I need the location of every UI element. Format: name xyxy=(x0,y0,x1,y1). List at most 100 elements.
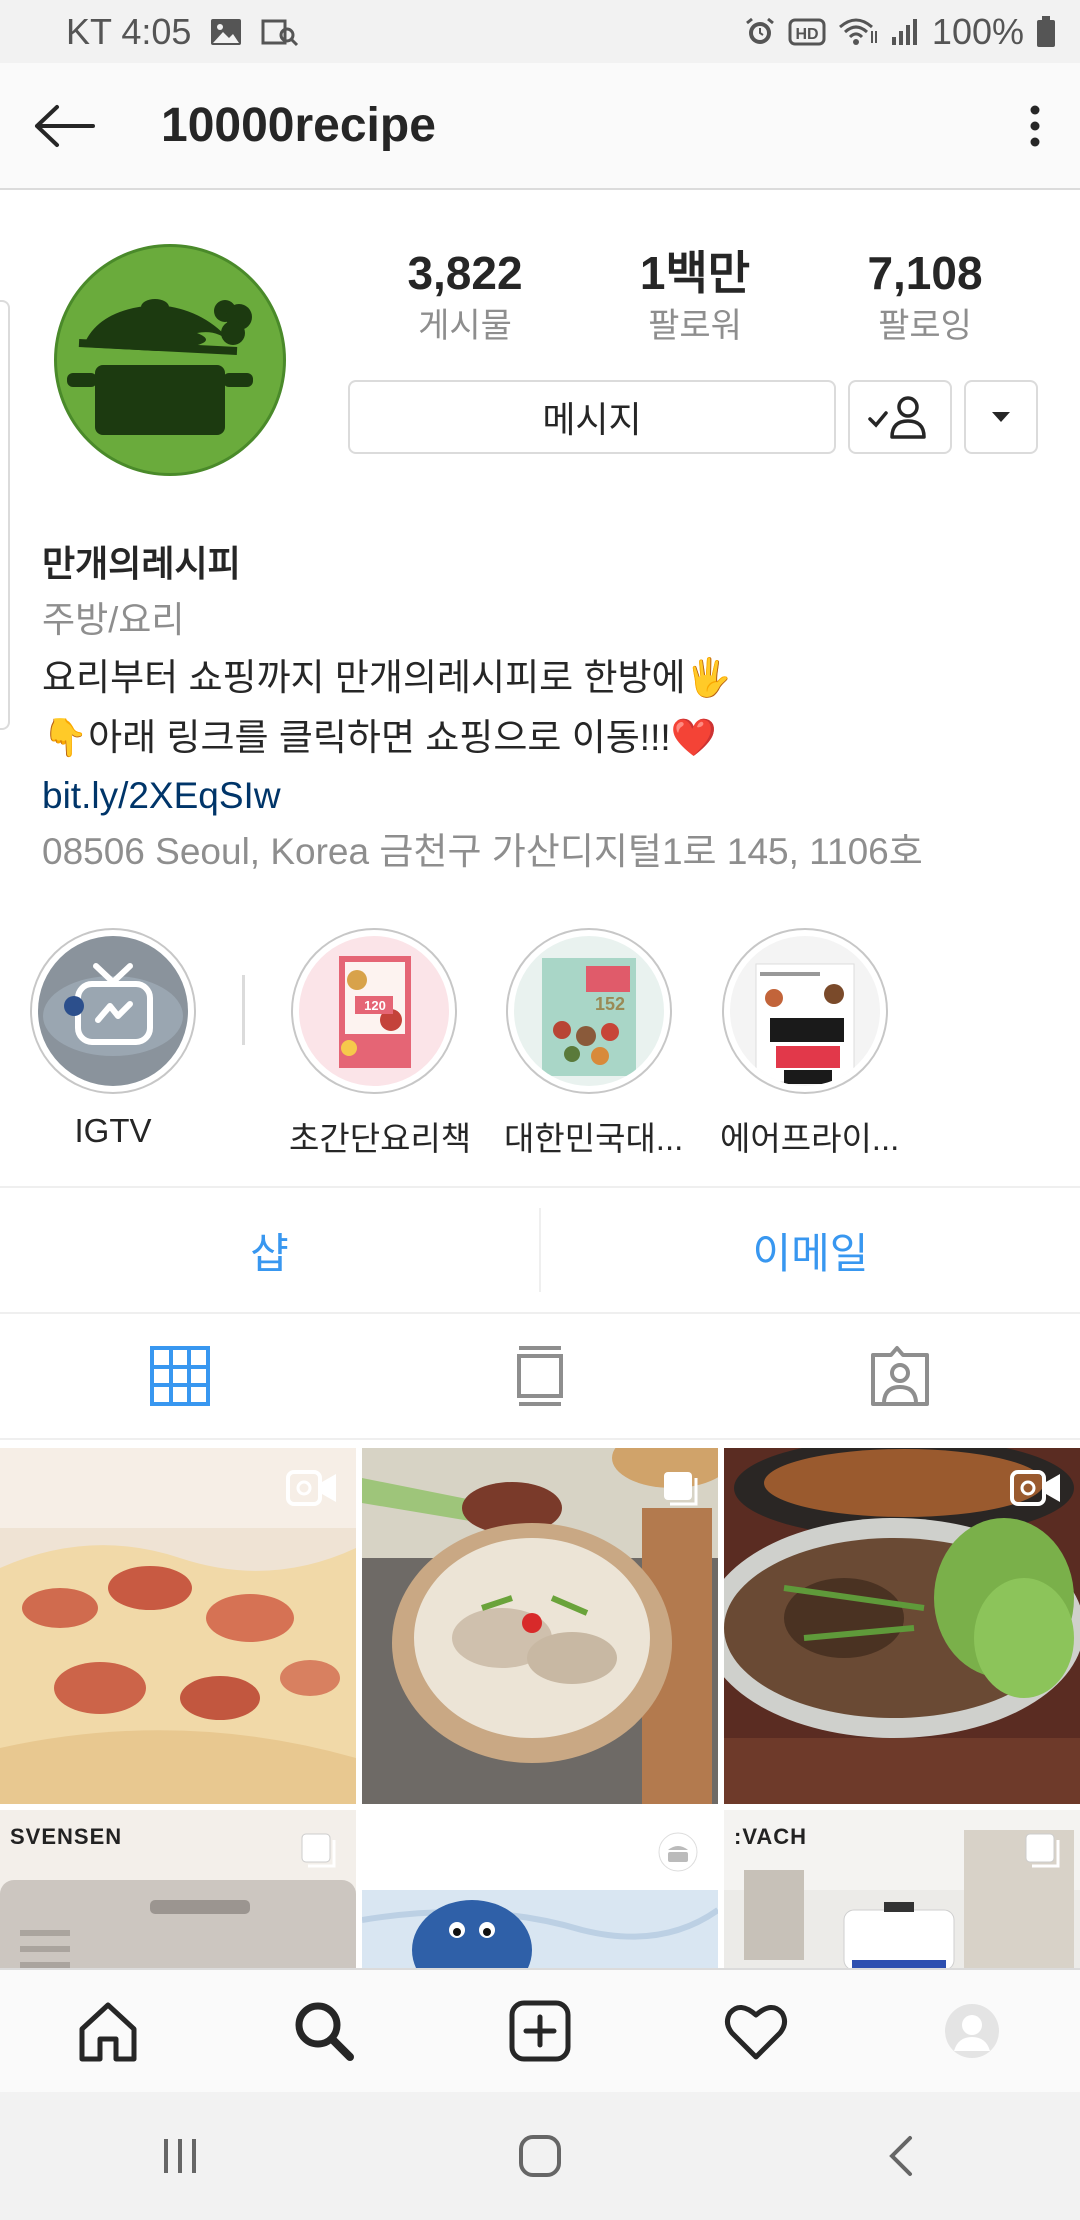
app-header: 10000recipe xyxy=(0,63,1080,190)
tagged-person-icon xyxy=(871,1346,929,1406)
heart-icon xyxy=(724,2005,788,2060)
highlight-label: 에어프라이... xyxy=(720,1120,900,1157)
highlight-ring xyxy=(30,928,196,1094)
stat-following-count: 7,108 xyxy=(867,247,983,299)
igtv-cover xyxy=(38,936,188,1086)
status-bar: KT 4:05 HD 100% xyxy=(0,0,1080,63)
alarm-icon xyxy=(744,16,776,48)
book-cover-image: 120 xyxy=(339,956,411,1068)
following-status-button[interactable] xyxy=(848,380,952,454)
recent-apps-button[interactable] xyxy=(0,2137,360,2175)
profile-view-tabs xyxy=(0,1314,1080,1440)
highlight-airfryer[interactable]: 에어프라이... xyxy=(720,928,900,1160)
more-options-button[interactable] xyxy=(990,62,1080,189)
profile-bio: 만개의레시피 주방/요리 요리부터 쇼핑까지 만개의레시피로 한방에🖐 👇아래 … xyxy=(42,536,1052,880)
signal-icon xyxy=(890,17,920,47)
bio-line-1: 요리부터 쇼핑까지 만개의레시피로 한방에🖐 xyxy=(42,657,732,698)
caret-down-icon xyxy=(992,412,1010,422)
message-button[interactable]: 메시지 xyxy=(348,380,836,454)
korea-book-cover: 152 xyxy=(514,936,664,1086)
stat-following[interactable]: 7,108 팔로잉 xyxy=(810,245,1040,351)
profile-display-name: 만개의레시피 xyxy=(42,543,241,584)
battery-level: 100% xyxy=(931,10,1024,52)
person-check-icon xyxy=(868,396,926,439)
shop-button[interactable]: 샵 xyxy=(0,1188,539,1312)
highlight-cookbook[interactable]: 120 초간단요리책 xyxy=(289,928,472,1160)
add-post-icon xyxy=(509,2000,571,2062)
profile-stats: 3,822 게시물 1백만 팔로워 7,108 팔로잉 xyxy=(350,245,1070,355)
video-badge-icon xyxy=(286,1470,338,1511)
pot-watermark-icon xyxy=(656,1832,700,1877)
nav-activity[interactable] xyxy=(648,1970,864,2092)
book-cover-image xyxy=(755,963,855,1084)
profile-address[interactable]: 08506 Seoul, Korea 금천구 가산디지털1로 145, 1106… xyxy=(42,824,1052,880)
gallery-icon xyxy=(209,17,243,47)
bottom-navigation xyxy=(0,1968,1080,2092)
side-panel-edge xyxy=(0,300,10,730)
profile-avatar-icon xyxy=(945,2004,999,2058)
cookbook-cover: 120 xyxy=(299,936,449,1086)
stat-followers-count: 1백만 xyxy=(639,247,751,299)
tab-feed[interactable] xyxy=(360,1314,720,1438)
message-button-label: 메시지 xyxy=(542,399,642,440)
hd-icon: HD xyxy=(788,17,826,47)
back-arrow-icon xyxy=(35,104,95,147)
highlight-korea-recipes[interactable]: 152 대한민국대... xyxy=(504,928,684,1160)
recent-apps-icon xyxy=(164,2139,196,2173)
highlight-ring: 152 xyxy=(506,928,672,1094)
igtv-icon xyxy=(43,963,183,1056)
back-button[interactable] xyxy=(5,62,125,189)
video-badge-icon xyxy=(1010,1470,1062,1511)
brand-watermark: :VACH xyxy=(734,1824,808,1849)
email-button-label: 이메일 xyxy=(752,1229,869,1277)
highlight-label: 대한민국대... xyxy=(504,1120,684,1157)
tab-grid[interactable] xyxy=(0,1314,360,1438)
highlight-ring: 120 xyxy=(291,928,457,1094)
highlight-ring xyxy=(722,928,888,1094)
svg-text:152: 152 xyxy=(595,994,625,1014)
gallery-badge-icon xyxy=(662,1470,700,1513)
post-thumbnail[interactable] xyxy=(724,1448,1080,1804)
tab-tagged[interactable] xyxy=(720,1314,1080,1438)
email-button[interactable]: 이메일 xyxy=(541,1188,1080,1312)
post-thumbnail[interactable]: :VACH xyxy=(724,1810,1080,1968)
chevron-left-icon xyxy=(889,2136,912,2176)
feed-icon xyxy=(517,1346,563,1406)
post-thumbnail[interactable] xyxy=(362,1810,718,1968)
nav-new-post[interactable] xyxy=(432,1970,648,2092)
gallery-badge-icon xyxy=(300,1832,338,1875)
back-system-button[interactable] xyxy=(720,2134,1080,2178)
post-thumbnail[interactable] xyxy=(0,1448,356,1804)
home-square-icon xyxy=(519,2135,561,2177)
nav-search[interactable] xyxy=(216,1970,432,2092)
brand-watermark: SVENSEN xyxy=(10,1824,123,1849)
profile-avatar[interactable] xyxy=(54,244,286,476)
kebab-menu-icon xyxy=(1030,105,1040,146)
nav-home[interactable] xyxy=(0,1970,216,2092)
system-navigation-bar xyxy=(0,2092,1080,2220)
stat-followers-label: 팔로워 xyxy=(648,307,742,345)
stat-following-label: 팔로잉 xyxy=(878,307,972,345)
book-cover-image: 152 xyxy=(542,958,636,1076)
search-icon xyxy=(295,2002,354,2061)
highlight-divider xyxy=(242,975,245,1045)
suggestions-dropdown-button[interactable] xyxy=(964,380,1038,454)
profile-category: 주방/요리 xyxy=(42,599,185,640)
post-thumbnail[interactable] xyxy=(362,1448,718,1804)
battery-icon xyxy=(1036,15,1056,48)
home-system-button[interactable] xyxy=(360,2134,720,2178)
airfryer-book-cover xyxy=(730,936,880,1086)
highlight-label: IGTV xyxy=(74,1112,152,1149)
bio-link[interactable]: bit.ly/2XEqSIw xyxy=(42,768,1052,824)
post-grid: SVENSEN :VACH xyxy=(0,1448,1080,1968)
shop-button-label: 샵 xyxy=(250,1229,289,1277)
post-thumbnail[interactable]: SVENSEN xyxy=(0,1810,356,1968)
highlight-igtv[interactable]: IGTV xyxy=(28,928,198,1150)
profile-username: 10000recipe xyxy=(161,99,436,152)
status-time: KT 4:05 xyxy=(66,10,192,52)
nav-profile[interactable] xyxy=(864,1970,1080,2092)
stat-posts-label: 게시물 xyxy=(418,307,512,345)
stat-posts[interactable]: 3,822 게시물 xyxy=(350,245,580,351)
highlight-label: 초간단요리책 xyxy=(289,1120,472,1157)
stat-followers[interactable]: 1백만 팔로워 xyxy=(580,245,810,351)
